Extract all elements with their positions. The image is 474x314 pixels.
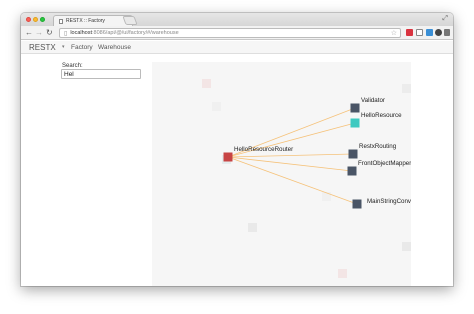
- close-window-button[interactable]: [26, 17, 31, 22]
- forward-arrow-icon[interactable]: →: [35, 28, 43, 38]
- tab-title: RESTX :: Factory: [66, 18, 105, 24]
- background-node: [202, 79, 211, 88]
- dependency-node[interactable]: [350, 103, 360, 113]
- dependency-graph[interactable]: HelloResourceRouter Validator HelloResourc…: [152, 62, 411, 286]
- extension-dark-icon[interactable]: [435, 29, 442, 36]
- app-brand[interactable]: RESTX: [29, 43, 56, 52]
- dependency-node-label: RestxRouting: [359, 143, 397, 150]
- background-node: [212, 102, 221, 111]
- extension-red-icon[interactable]: [406, 29, 413, 36]
- selected-node-label: HelloResourceRouter: [234, 146, 293, 153]
- page-info-icon[interactable]: ▯: [64, 30, 67, 37]
- search-input[interactable]: [61, 69, 141, 79]
- extension-frame-icon[interactable]: [416, 29, 423, 36]
- bookmark-star-icon[interactable]: ☆: [391, 29, 397, 38]
- dependency-node[interactable]: [350, 118, 360, 128]
- graph-canvas: HelloResourceRouter Validator HelloResourc…: [202, 79, 411, 278]
- tab-bar: RESTX :: Factory ✕ ⤢: [21, 13, 453, 26]
- maximize-window-button[interactable]: [40, 17, 45, 22]
- dependency-edge: [227, 153, 354, 158]
- minimize-window-button[interactable]: [33, 17, 38, 22]
- browser-tab[interactable]: RESTX :: Factory ✕: [53, 15, 133, 26]
- dependency-node-label: FrontObjectMapper[ObjectM: [358, 160, 411, 167]
- reload-icon[interactable]: ↻: [46, 28, 53, 38]
- nav-link-warehouse[interactable]: Warehouse: [98, 44, 131, 51]
- selected-node[interactable]: [223, 152, 233, 162]
- back-arrow-icon[interactable]: ←: [25, 28, 33, 38]
- address-bar[interactable]: ▯ localhost:8086/api/@/ui/factory/#/ware…: [59, 28, 401, 38]
- menu-icon[interactable]: [444, 29, 450, 36]
- dependency-node[interactable]: [348, 149, 358, 159]
- dependency-node-label: HelloResource: [361, 112, 402, 119]
- background-node: [402, 84, 411, 93]
- page-icon: [59, 18, 63, 24]
- extension-blue-icon[interactable]: [426, 29, 433, 36]
- app-navbar: RESTX ▾ Factory Warehouse: [21, 41, 453, 54]
- dependency-node[interactable]: [352, 199, 362, 209]
- nav-link-factory[interactable]: Factory: [71, 44, 93, 51]
- fullscreen-icon[interactable]: ⤢: [442, 15, 448, 23]
- nav-caret-icon[interactable]: ▾: [62, 44, 65, 50]
- background-node: [322, 192, 331, 201]
- background-node: [248, 223, 257, 232]
- dependency-node[interactable]: [347, 166, 357, 176]
- browser-toolbar: ← → ↻ ▯ localhost:8086/api/@/ui/factory/…: [21, 26, 453, 40]
- dependency-node-label: Validator: [361, 97, 385, 104]
- background-node: [402, 242, 411, 251]
- new-tab-button[interactable]: [122, 16, 138, 25]
- dependency-node-label: MainStringConverter: [367, 198, 411, 205]
- url-path: :8086/api/@/ui/factory/#/warehouse: [92, 30, 179, 36]
- url-text: localhost:8086/api/@/ui/factory/#/wareho…: [70, 30, 178, 36]
- url-host: localhost: [70, 30, 93, 36]
- browser-window: RESTX :: Factory ✕ ⤢ ← → ↻ ▯ localhost:8…: [21, 13, 453, 286]
- background-node: [338, 269, 347, 278]
